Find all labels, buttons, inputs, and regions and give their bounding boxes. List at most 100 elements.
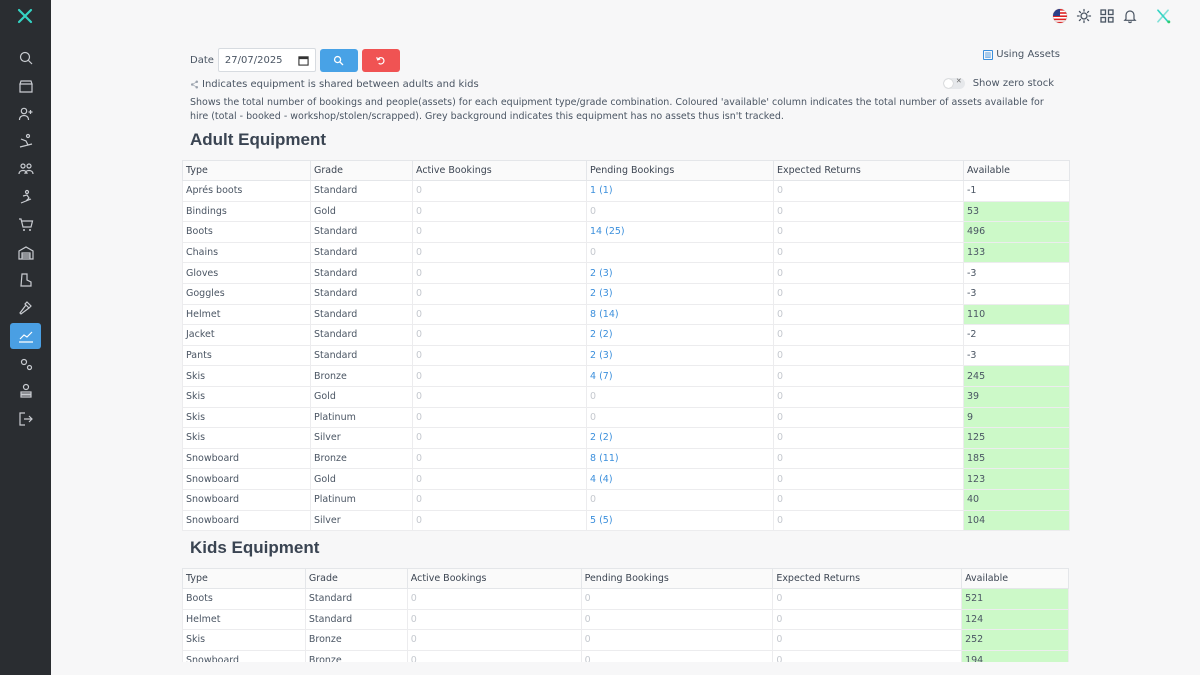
pending-bookings-link[interactable]: 4 (7) <box>586 365 774 387</box>
cell-type: Boots <box>182 221 311 243</box>
chart-icon <box>18 331 33 343</box>
hammer-icon <box>18 301 32 315</box>
cell-type: Skis <box>182 385 311 408</box>
reset-button[interactable] <box>361 48 400 72</box>
cart-icon <box>18 218 33 231</box>
cell-active: 0 <box>412 509 587 532</box>
undo-icon <box>376 56 385 65</box>
search-button[interactable] <box>319 48 358 72</box>
user-stack-icon <box>19 383 32 398</box>
pending-bookings-link[interactable]: 4 (4) <box>586 468 774 490</box>
table-row: Snowboard Platinum 0 0 0 40 <box>182 488 1070 511</box>
column-header: Pending Bookings <box>586 160 774 181</box>
sidebar-item-search[interactable] <box>10 45 41 71</box>
table-row: Helmet Standard 0 8 (14) 0 110 <box>182 303 1070 326</box>
cell-available: 194 <box>961 649 1069 662</box>
cell-active: 0 <box>412 344 587 367</box>
sidebar-item-cart[interactable] <box>10 212 41 238</box>
cell-returns: 0 <box>773 365 964 387</box>
cell-grade: Standard <box>310 241 413 264</box>
shared-note-text: Indicates equipment is shared between ad… <box>202 79 479 90</box>
column-header: Pending Bookings <box>580 568 774 589</box>
cell-pending: 0 <box>586 241 774 264</box>
app-logo-icon[interactable] <box>14 5 36 27</box>
cell-returns: 0 <box>773 303 964 326</box>
us-flag-icon[interactable] <box>1051 7 1069 25</box>
cell-type: Skis <box>182 365 311 387</box>
cell-returns: 0 <box>772 649 963 662</box>
sidebar-item-snowboarder[interactable] <box>10 184 41 210</box>
table-row: Gloves Standard 0 2 (3) 0 -3 <box>182 262 1070 284</box>
pending-bookings-link[interactable]: 2 (2) <box>586 427 774 449</box>
sidebar-item-logout[interactable] <box>10 406 41 432</box>
cell-returns: 0 <box>773 221 964 243</box>
cell-type: Chains <box>182 241 311 264</box>
date-input[interactable]: 27/07/2025 <box>217 48 316 72</box>
sidebar-item-boot[interactable] <box>10 267 41 293</box>
kids-table-viewport[interactable]: Type Grade Active Bookings Pending Bookings… <box>182 568 1069 662</box>
cell-grade: Standard <box>304 588 408 610</box>
zero-stock-toggle[interactable]: ✕ <box>942 77 965 89</box>
pending-bookings-link[interactable]: 2 (3) <box>586 262 774 284</box>
kids-equipment-title: Kids Equipment <box>190 538 320 557</box>
cell-type: Pants <box>182 344 311 367</box>
cell-available: 133 <box>963 241 1070 264</box>
cell-pending: 0 <box>580 588 774 610</box>
sun-icon[interactable] <box>1075 7 1093 25</box>
cell-type: Boots <box>182 588 306 610</box>
cell-returns: 0 <box>773 385 964 408</box>
cell-available: 40 <box>963 488 1070 511</box>
table-row: Bindings Gold 0 0 0 53 <box>182 200 1070 223</box>
sidebar-item-skier[interactable] <box>10 128 41 154</box>
boot-icon <box>19 273 32 287</box>
cell-active: 0 <box>412 365 587 387</box>
date-label: Date <box>190 54 214 66</box>
cell-pending: 0 <box>586 406 774 429</box>
sidebar-item-warehouse[interactable] <box>10 240 41 266</box>
cell-returns: 0 <box>773 262 964 284</box>
pending-bookings-link[interactable]: 5 (5) <box>586 509 774 532</box>
using-assets-toggle[interactable]: ▥ Using Assets <box>982 49 1060 60</box>
bell-icon[interactable] <box>1121 7 1139 25</box>
brand-logo-icon[interactable] <box>1152 5 1174 27</box>
table-row: Skis Silver 0 2 (2) 0 125 <box>182 427 1070 449</box>
sidebar-item-chart[interactable] <box>10 323 41 349</box>
cell-available: 521 <box>961 588 1069 610</box>
cell-returns: 0 <box>773 447 964 470</box>
sidebar-item-add-user[interactable] <box>10 101 41 127</box>
sidebar-item-hammer[interactable] <box>10 295 41 321</box>
sidebar <box>0 0 51 675</box>
sidebar-item-shop[interactable] <box>10 73 41 99</box>
cell-active: 0 <box>412 221 587 243</box>
cell-returns: 0 <box>773 509 964 532</box>
cell-available: -2 <box>963 324 1070 346</box>
table-row: Skis Bronze 0 0 0 252 <box>182 629 1069 651</box>
cell-type: Snowboard <box>182 509 311 532</box>
cell-returns: 0 <box>773 406 964 429</box>
grid-icon[interactable] <box>1098 7 1116 25</box>
table-row: Boots Standard 0 14 (25) 0 496 <box>182 221 1070 243</box>
cell-available: -3 <box>963 262 1070 284</box>
table-row: Pants Standard 0 2 (3) 0 -3 <box>182 344 1070 367</box>
sidebar-item-user-stack[interactable] <box>10 378 41 404</box>
table-row: Snowboard Gold 0 4 (4) 0 123 <box>182 468 1070 490</box>
pending-bookings-link[interactable]: 8 (14) <box>586 303 774 326</box>
cell-grade: Silver <box>310 509 413 532</box>
pending-bookings-link[interactable]: 2 (2) <box>586 324 774 346</box>
pending-bookings-link[interactable]: 14 (25) <box>586 221 774 243</box>
column-header: Grade <box>304 568 408 589</box>
cell-type: Aprés boots <box>182 180 311 202</box>
cell-active: 0 <box>406 649 582 662</box>
logout-icon <box>18 412 33 426</box>
cell-active: 0 <box>412 468 587 490</box>
cell-available: 110 <box>963 303 1070 326</box>
pending-bookings-link[interactable]: 2 (3) <box>586 282 774 305</box>
pending-bookings-link[interactable]: 2 (3) <box>586 344 774 367</box>
pending-bookings-link[interactable]: 1 (1) <box>586 180 774 202</box>
pending-bookings-link[interactable]: 8 (11) <box>586 447 774 470</box>
sidebar-item-group[interactable] <box>10 156 41 182</box>
sidebar-item-settings[interactable] <box>10 351 41 377</box>
add-user-icon <box>18 107 32 121</box>
cell-available: 125 <box>963 427 1070 449</box>
settings-icon <box>20 358 32 371</box>
